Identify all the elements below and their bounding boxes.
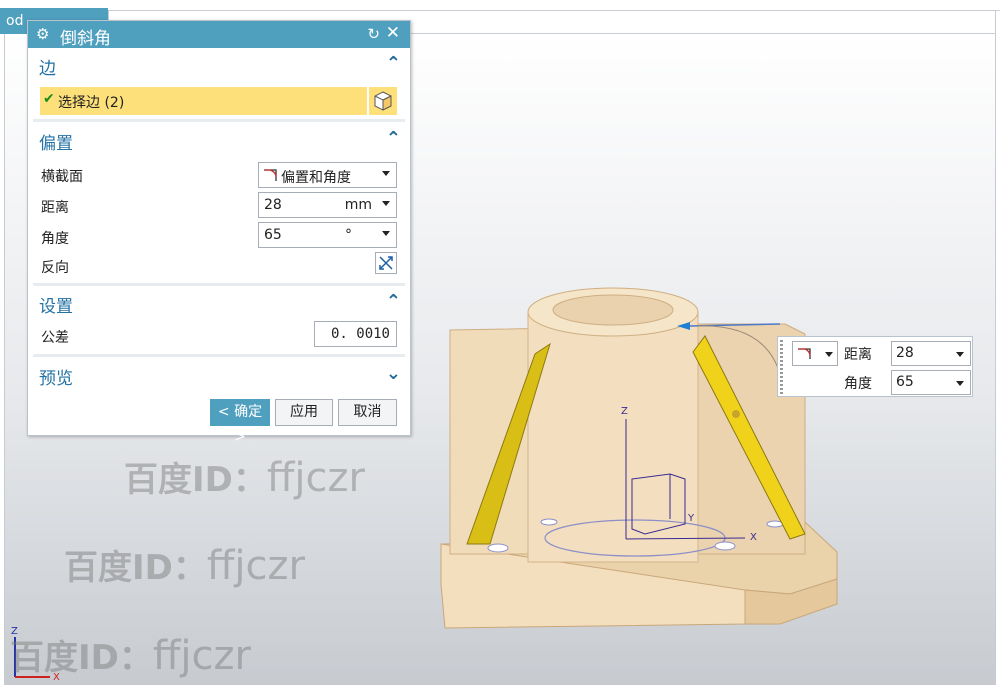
close-icon[interactable]: ✕ <box>386 23 400 43</box>
distance-unit: mm <box>344 197 372 213</box>
chamfer-type-icon <box>264 169 277 181</box>
chamfer-dialog: ⚙ 倒斜角 ↻ ✕ 边 ⌃ ✔ 选择边 (2) 偏置 ⌃ 横截面 偏置和角度 距… <box>27 20 411 445</box>
onscreen-angle-label: 角度 <box>844 376 872 392</box>
onscreen-input-box: 距离 28 角度 65 <box>777 336 973 397</box>
cylinder-bore <box>552 294 674 326</box>
onscreen-angle-field[interactable]: 65 <box>891 370 971 395</box>
onscreen-distance-field[interactable]: 28 <box>891 341 971 366</box>
reset-icon[interactable]: ↻ <box>367 25 380 43</box>
watermark: 百度ID：ffjczr <box>10 633 251 679</box>
section-preview-title: 预览 <box>39 369 73 389</box>
chevron-down-icon <box>956 381 964 386</box>
select-edge-label: 选择边 (2) <box>58 95 125 111</box>
divider <box>33 354 405 357</box>
watermark: 百度ID：ffjczr <box>124 455 365 501</box>
chevron-down-icon <box>825 352 833 357</box>
onscreen-type-dropdown[interactable] <box>792 341 838 366</box>
axis-x-label: X <box>750 532 757 543</box>
hole <box>540 518 558 526</box>
cube-icon <box>374 91 392 111</box>
select-edge-button[interactable] <box>369 87 397 115</box>
select-edge-item[interactable]: ✔ 选择边 (2) <box>40 87 367 115</box>
section-settings-title: 设置 <box>39 297 73 317</box>
chevron-up-icon[interactable]: ⌃ <box>386 128 401 149</box>
apply-button[interactable]: 应用 <box>275 399 333 426</box>
chamfer-type-icon <box>798 348 811 359</box>
section-settings-header[interactable]: 设置 ⌃ <box>33 290 405 317</box>
section-preview-header[interactable]: 预览 ⌄ <box>33 362 405 389</box>
drag-grip[interactable] <box>780 340 783 394</box>
cancel-button[interactable]: 取消 <box>338 399 397 426</box>
hole <box>714 541 736 551</box>
chevron-up-icon[interactable]: ⌃ <box>386 291 401 312</box>
chevron-down-icon <box>382 171 390 176</box>
reverse-direction-button[interactable] <box>375 252 397 274</box>
section-offset-title: 偏置 <box>39 134 73 154</box>
handle-dot <box>732 410 740 418</box>
tolerance-input[interactable]: 0. 0010 <box>314 321 397 347</box>
chevron-up-icon[interactable]: ⌃ <box>386 53 401 74</box>
hole <box>487 543 509 553</box>
chevron-down-icon[interactable]: ⌄ <box>386 363 401 384</box>
chevron-down-icon <box>382 201 390 206</box>
dialog-title-bar[interactable]: ⚙ 倒斜角 ↻ ✕ <box>28 21 410 49</box>
angle-field[interactable]: 65 ° <box>258 222 397 248</box>
tolerance-label: 公差 <box>41 330 69 346</box>
check-icon: ✔ <box>43 91 55 107</box>
chevron-down-icon <box>382 231 390 236</box>
document-tab-label: od <box>6 13 24 29</box>
watermark: 百度ID：ffjczr <box>64 543 305 589</box>
section-edge-header[interactable]: 边 ⌃ <box>33 52 405 79</box>
section-edge-title: 边 <box>39 59 56 79</box>
distance-field[interactable]: 28 mm <box>258 192 397 218</box>
reverse-label: 反向 <box>41 260 69 276</box>
cross-section-dropdown[interactable]: 偏置和角度 <box>258 162 397 188</box>
ok-button[interactable]: < 确定 > <box>210 399 270 445</box>
cross-section-label: 横截面 <box>41 169 83 185</box>
onscreen-distance-label: 距离 <box>844 347 872 363</box>
angle-unit: ° <box>345 227 352 243</box>
distance-label: 距离 <box>41 200 69 216</box>
chevron-down-icon <box>956 352 964 357</box>
divider <box>33 283 405 286</box>
angle-label: 角度 <box>41 231 69 247</box>
axis-y-label: Y <box>687 513 695 524</box>
dialog-title: 倒斜角 <box>60 29 111 49</box>
gear-icon: ⚙ <box>36 25 50 43</box>
axis-z-label: Z <box>621 406 628 417</box>
divider <box>33 119 405 122</box>
section-offset-header[interactable]: 偏置 ⌃ <box>33 127 405 154</box>
reverse-direction-icon <box>379 256 393 270</box>
